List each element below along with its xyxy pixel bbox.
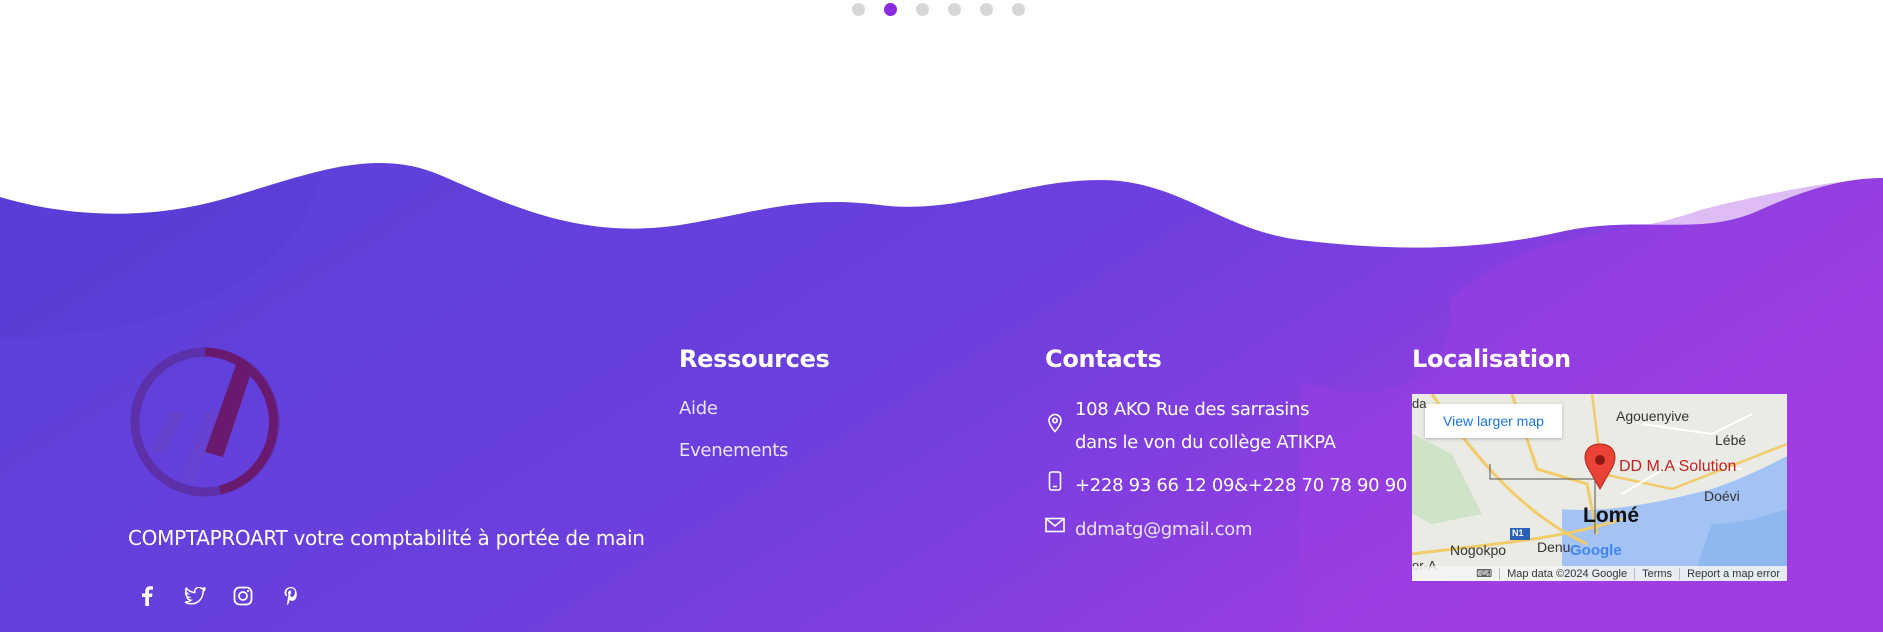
footer-tagline: COMPTAPROART votre comptabilité à portée…: [128, 526, 645, 550]
contact-phone: +228 93 66 12 09&+228 70 78 90 90: [1045, 469, 1407, 502]
resources-title: Ressources: [679, 345, 830, 373]
resources-link-aide[interactable]: Aide: [679, 398, 718, 419]
map-place-label[interactable]: DD M.A Solution: [1619, 458, 1736, 476]
address-line-1: 108 AKO Rue des sarrasins: [1075, 399, 1310, 420]
map-label-da: da: [1412, 396, 1427, 411]
contact-email: ddmatg@gmail.com: [1045, 513, 1253, 546]
contacts-title: Contacts: [1045, 345, 1162, 373]
phone-icon: [1045, 471, 1065, 491]
instagram-icon[interactable]: [231, 584, 255, 608]
map-city-label: Lomé: [1583, 504, 1640, 527]
phone-numbers[interactable]: +228 93 66 12 09&+228 70 78 90 90: [1075, 469, 1407, 502]
address-line-2: dans le von du collège ATIKPA: [1075, 432, 1336, 453]
map-label-denu: Denu: [1537, 539, 1571, 555]
keyboard-icon[interactable]: ⌨: [1469, 567, 1499, 580]
map-label-lebe: Lébé: [1715, 432, 1747, 448]
map-label-doevi: Doévi: [1704, 488, 1740, 504]
map-attribution: Map data ©2024 Google: [1499, 567, 1634, 580]
location-pin-icon: [1045, 413, 1065, 433]
pinterest-icon[interactable]: [279, 584, 303, 608]
social-links: [135, 584, 303, 608]
map-label-n1: N1: [1512, 528, 1524, 538]
twitter-icon[interactable]: [183, 584, 207, 608]
contact-address: 108 AKO Rue des sarrasins dans le von du…: [1045, 393, 1336, 459]
email-link[interactable]: ddmatg@gmail.com: [1075, 513, 1253, 546]
map-report-link[interactable]: Report a map error: [1679, 567, 1787, 580]
map-label-nogokpo: Nogokpo: [1450, 542, 1507, 558]
map-attribution-bar: ⌨ Map data ©2024 Google Terms Report a m…: [1412, 566, 1787, 581]
location-title: Localisation: [1412, 345, 1571, 373]
map-terms-link[interactable]: Terms: [1634, 567, 1679, 580]
comptaproart-logo[interactable]: [125, 342, 285, 502]
view-larger-map-button[interactable]: View larger map: [1425, 404, 1562, 438]
facebook-icon[interactable]: [135, 584, 159, 608]
map-label-agouenyive: Agouenyive: [1616, 408, 1690, 424]
resources-link-evenements[interactable]: Evenements: [679, 440, 788, 461]
footer: COMPTAPROART votre comptabilité à portée…: [0, 0, 1883, 632]
google-logo: Google: [1570, 542, 1622, 559]
google-map[interactable]: View larger map DD M.A Solution Lomé Ago…: [1412, 394, 1787, 581]
mail-icon: [1045, 515, 1065, 535]
